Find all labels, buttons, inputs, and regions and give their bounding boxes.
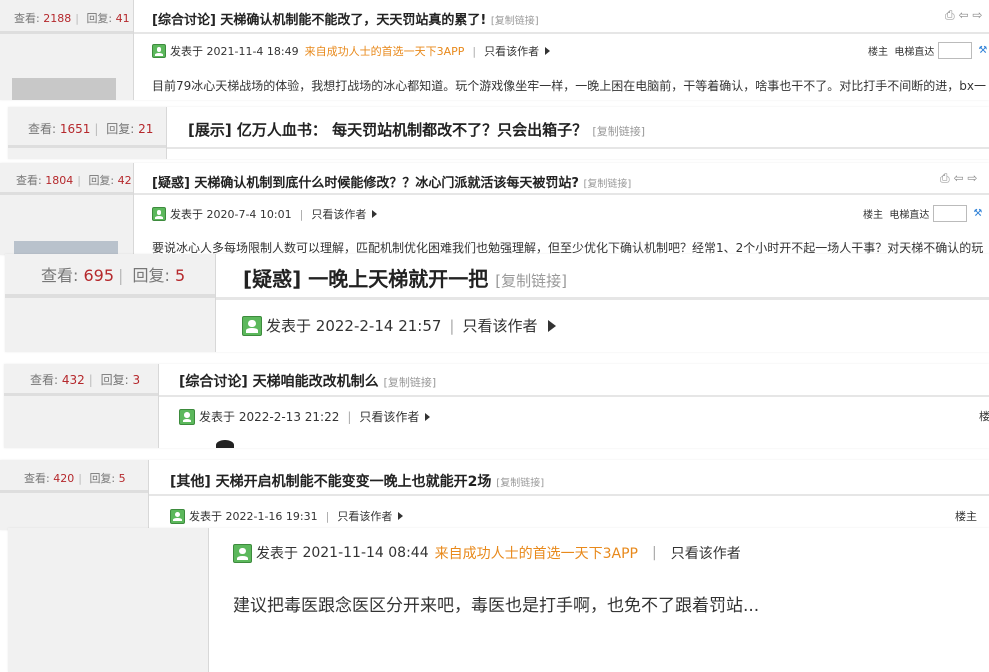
reply-sidebar — [8, 528, 209, 672]
next-thread-icon[interactable]: ⇨ — [967, 171, 977, 185]
thread-title: [疑惑] 一晚上天梯就开一把 [复制链接] — [243, 267, 567, 291]
post-meta: 发表于 2022-2-13 21:22 | 只看该作者 — [179, 408, 431, 425]
app-promo[interactable]: 来自成功人士的首选一天下3APP — [435, 543, 638, 563]
wrench-icon[interactable]: ⚒ — [978, 45, 987, 56]
floor-jump-input[interactable] — [938, 42, 973, 59]
reply-strip: 发表于 2021-11-14 08:44 来自成功人士的首选一天下3APP | … — [8, 528, 989, 672]
user-avatar-icon — [170, 508, 185, 524]
prev-thread-icon[interactable]: ⇦ — [953, 171, 963, 185]
post-meta: 发表于 2022-2-14 21:57 | 只看该作者 — [242, 315, 556, 336]
thread-title: [展示] 亿万人血书： 每天罚站机制都改不了？只会出箱子？ [复制链接] — [188, 121, 645, 139]
copy-link[interactable]: [复制链接] — [496, 478, 544, 489]
thread-strip-3: 查看: 1804 | 回复: 42 [疑惑] 天梯确认机制到底什么时候能修改？？冰… — [0, 163, 989, 255]
thread-sidebar: 查看: 1651 | 回复: 21 — [8, 107, 167, 159]
copy-link[interactable]: [复制链接] — [583, 179, 631, 190]
post-date: 2021-11-4 18:49 — [206, 44, 299, 58]
thread-sidebar: 查看: 432 | 回复: 3 — [4, 364, 159, 448]
avatar-image — [14, 241, 118, 255]
thread-stats: 查看: 1804 | 回复: 42 — [16, 174, 132, 187]
thread-sidebar: 查看: 420 | 回复: 5 — [0, 460, 149, 530]
thread-title: [疑惑] 天梯确认机制到底什么时候能修改？？冰心门派就活该每天被罚站? [复制链… — [152, 176, 632, 191]
floor-label: 楼主 — [868, 47, 888, 58]
thread-stats: 查看: 2188 | 回复: 41 — [14, 12, 130, 25]
thread-strip-4: 查看: 695 | 回复: 5 [疑惑] 一晚上天梯就开一把 [复制链接] 发表于… — [5, 254, 989, 352]
user-avatar-icon — [152, 44, 166, 58]
reply-count: 41 — [115, 12, 130, 25]
print-icon[interactable]: ⎙ — [945, 8, 955, 22]
only-author-link[interactable]: 只看该作者 — [337, 508, 392, 524]
only-author-link[interactable]: 只看该作者 — [311, 206, 366, 222]
wrench-icon[interactable]: ⚒ — [973, 208, 982, 219]
view-count: 432 — [61, 373, 85, 387]
post-meta: 发表于 2022-1-16 19:31 | 只看该作者 — [170, 508, 404, 524]
thread-strip-1: 查看: 2188 | 回复: 41 [综合讨论] 天梯确认机制能不能改了，天天罚站… — [0, 0, 989, 100]
only-author-link[interactable]: 只看该作者 — [462, 315, 537, 336]
emoji-icon — [216, 440, 234, 448]
elevator-label: 电梯直达 — [889, 210, 930, 221]
thread-stats: 查看: 420 | 回复: 5 — [24, 472, 126, 485]
thread-stats: 查看: 1651 | 回复: 21 — [28, 122, 154, 136]
post-meta: 发表于 2021-11-4 18:49 来自成功人士的首选一天下3APP | 只… — [152, 43, 551, 59]
floor-label: 楼主 — [955, 510, 977, 523]
thread-stats: 查看: 695 | 回复: 5 — [41, 266, 186, 285]
avatar-image — [12, 78, 116, 100]
post-meta: 发表于 2020-7-4 10:01 | 只看该作者 — [152, 206, 378, 222]
triangle-right-icon — [425, 412, 431, 421]
view-count: 1804 — [45, 174, 74, 187]
reply-count: 5 — [118, 472, 126, 485]
reply-body: 建议把毒医跟念医区分开来吧，毒医也是打手啊，也免不了跟着罚站... — [233, 596, 760, 616]
only-author-link[interactable]: 只看该作者 — [359, 408, 419, 425]
post-body: 要说冰心人多每场限制人数可以理解，匹配机制优化困难我们也勉强理解，但至少优化下确… — [152, 241, 984, 255]
post-date: 2022-2-14 21:57 — [315, 316, 442, 335]
floor-label: 楼主 — [863, 210, 883, 221]
thread-title: [其他] 天梯开启机制能不能变变一晚上也就能开2场 [复制链接] — [170, 474, 545, 490]
post-date: 2020-7-4 10:01 — [206, 207, 292, 221]
reply-count: 5 — [175, 266, 186, 285]
user-avatar-icon — [179, 408, 195, 425]
copy-link[interactable]: [复制链接] — [384, 376, 437, 389]
triangle-right-icon — [547, 319, 556, 332]
post-date: 2022-2-13 21:22 — [238, 409, 340, 424]
thread-stats: 查看: 432 | 回复: 3 — [30, 373, 141, 387]
app-promo[interactable]: 来自成功人士的首选一天下3APP — [305, 43, 465, 59]
thread-title: [综合讨论] 天梯确认机制能不能改了，天天罚站真的累了! [复制链接] — [152, 13, 539, 28]
post-meta: 发表于 2021-11-14 08:44 来自成功人士的首选一天下3APP | … — [233, 543, 741, 563]
thread-strip-6: 查看: 420 | 回复: 5 [其他] 天梯开启机制能不能变变一晚上也就能开2场… — [0, 460, 989, 530]
post-date: 2021-11-14 08:44 — [302, 545, 429, 561]
print-icon[interactable]: ⎙ — [940, 171, 950, 185]
view-count: 695 — [83, 266, 115, 285]
only-author-link[interactable]: 只看该作者 — [671, 543, 741, 563]
only-author-link[interactable]: 只看该作者 — [484, 43, 539, 59]
thread-sidebar: 查看: 2188 | 回复: 41 — [0, 0, 134, 100]
triangle-right-icon — [545, 47, 551, 55]
user-avatar-icon — [242, 315, 262, 336]
copy-link[interactable]: [复制链接] — [491, 16, 539, 27]
reply-count: 3 — [132, 373, 141, 387]
prev-thread-icon[interactable]: ⇦ — [958, 8, 968, 22]
view-count: 420 — [53, 472, 75, 485]
user-avatar-icon — [233, 543, 252, 563]
elevator-label: 电梯直达 — [894, 47, 935, 58]
thread-sidebar: 查看: 695 | 回复: 5 — [5, 254, 216, 352]
reply-count: 21 — [138, 122, 154, 136]
post-date: 2022-1-16 19:31 — [225, 509, 318, 523]
copy-link[interactable]: [复制链接] — [495, 272, 567, 290]
next-thread-icon[interactable]: ⇨ — [972, 8, 982, 22]
floor-label: 楼 — [979, 410, 989, 423]
triangle-right-icon — [372, 210, 378, 218]
view-count: 2188 — [43, 12, 72, 25]
copy-link[interactable]: [复制链接] — [592, 125, 645, 138]
triangle-right-icon — [398, 512, 404, 520]
thread-strip-5: 查看: 432 | 回复: 3 [综合讨论] 天梯咱能改改机制么 [复制链接] 发… — [4, 364, 989, 448]
user-avatar-icon — [152, 207, 166, 221]
view-count: 1651 — [59, 122, 91, 136]
thread-strip-2: 查看: 1651 | 回复: 21 [展示] 亿万人血书： 每天罚站机制都改不了？… — [8, 107, 989, 159]
floor-jump-input[interactable] — [933, 205, 968, 222]
reply-count: 42 — [117, 174, 132, 187]
thread-sidebar: 查看: 1804 | 回复: 42 — [0, 163, 134, 255]
post-body: 目前79冰心天梯战场的体验，我想打战场的冰心都知道。玩个游戏像坐牢一样，一晚上困… — [152, 79, 986, 93]
thread-title: [综合讨论] 天梯咱能改改机制么 [复制链接] — [179, 374, 437, 390]
